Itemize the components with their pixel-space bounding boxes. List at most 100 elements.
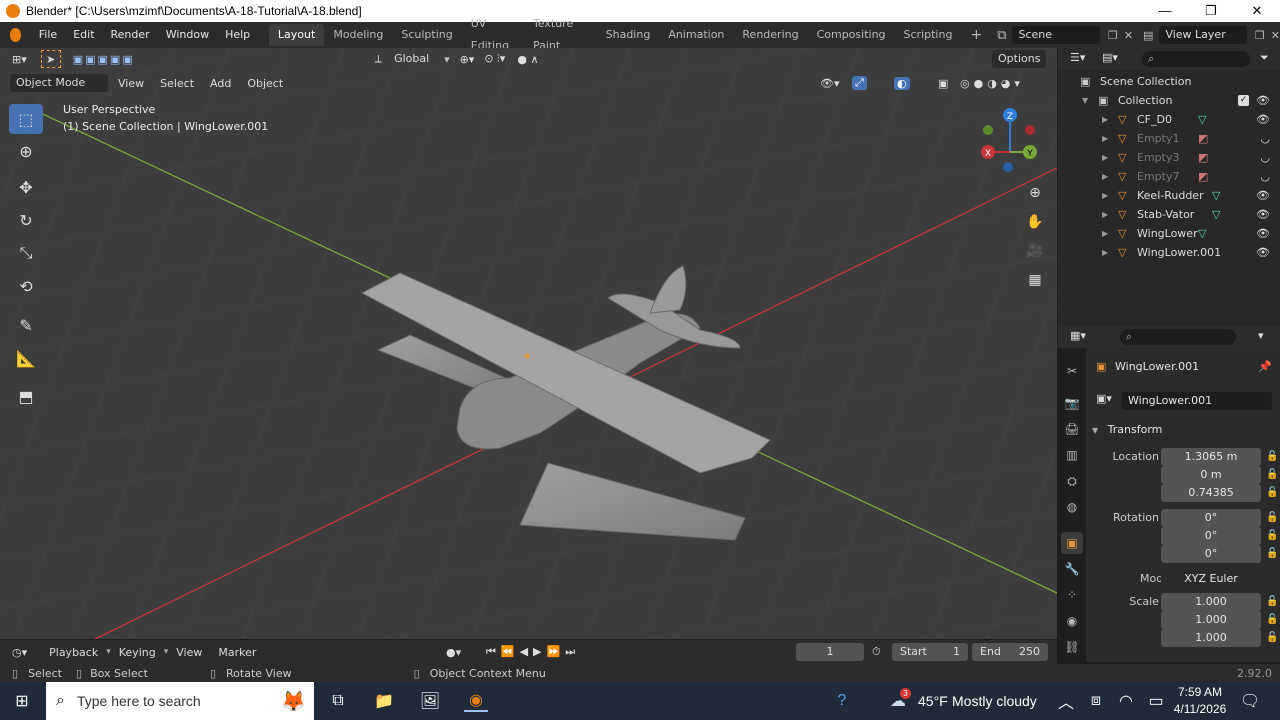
- move-tool-icon[interactable]: ✥: [9, 172, 43, 202]
- 3d-viewport[interactable]: Z X Y ⊞▾ ➤ ▣▣▣▣▣ ⟂ Global ▾ ⊕▾ ⊙ ⫶▾ ● ∧ …: [0, 48, 1057, 639]
- panel-collapse-icon[interactable]: ▼: [1092, 426, 1098, 435]
- lock-icon[interactable]: 🔓: [1266, 527, 1278, 545]
- scale-x-field[interactable]: 1.000: [1161, 593, 1261, 611]
- tool-tab-icon[interactable]: ✂: [1061, 360, 1083, 382]
- annotate-tool-icon[interactable]: ✎: [9, 310, 43, 340]
- add-workspace-button[interactable]: +: [961, 24, 991, 46]
- tab-modeling[interactable]: Modeling: [324, 24, 392, 46]
- camera-view-icon[interactable]: 🎥: [1022, 238, 1048, 264]
- minimize-button[interactable]: —: [1142, 0, 1188, 22]
- menu-view[interactable]: View: [110, 77, 152, 90]
- zoom-icon[interactable]: ⊕: [1022, 180, 1048, 206]
- select-box-tool-icon[interactable]: ⬚: [9, 104, 43, 134]
- constraints-tab-icon[interactable]: ⛓: [1061, 636, 1083, 658]
- expand-icon[interactable]: ▶: [1102, 115, 1108, 124]
- outliner-item[interactable]: ▶ ▽ Empty3 ◩ ◡: [1058, 148, 1280, 167]
- transform-orientation-select[interactable]: Global: [388, 50, 444, 68]
- outliner-collection[interactable]: ▼ ▣ Collection ✓ 👁: [1058, 91, 1280, 110]
- tab-layout[interactable]: Layout: [268, 24, 325, 46]
- filter-icon[interactable]: ⏷: [1260, 51, 1269, 65]
- eye-closed-icon[interactable]: ◡: [1260, 151, 1270, 164]
- particles-tab-icon[interactable]: ⁘: [1061, 584, 1083, 606]
- view-layer-field[interactable]: View Layer: [1159, 26, 1247, 44]
- tab-rendering[interactable]: Rendering: [733, 24, 807, 46]
- lock-icon[interactable]: 🔓: [1266, 593, 1278, 611]
- pan-hand-icon[interactable]: ✋: [1022, 209, 1048, 235]
- collection-checkbox[interactable]: ✓: [1238, 95, 1249, 106]
- editor-type-icon[interactable]: ⊞▾: [12, 53, 27, 66]
- eye-icon[interactable]: 👁: [1256, 246, 1270, 259]
- outliner-search-icon[interactable]: ⌕: [1142, 51, 1250, 67]
- menu-keying[interactable]: Keying: [111, 646, 164, 659]
- rotation-y-field[interactable]: 0°: [1161, 527, 1261, 545]
- world-tab-icon[interactable]: ◍: [1061, 496, 1083, 518]
- properties-editor-icon[interactable]: ▦▾: [1070, 329, 1086, 342]
- orientation-icon[interactable]: ⟂: [375, 52, 382, 66]
- scale-y-field[interactable]: 1.000: [1161, 611, 1261, 629]
- scene-icon[interactable]: ⧉: [997, 28, 1006, 43]
- outliner-scene-collection[interactable]: ▣ Scene Collection: [1058, 72, 1280, 91]
- menu-help[interactable]: Help: [217, 22, 258, 48]
- wifi-icon[interactable]: ◠: [1114, 690, 1138, 712]
- close-button[interactable]: ✕: [1234, 0, 1280, 22]
- outliner-item[interactable]: ▶ ▽ Stab-Vator ▽ 👁: [1058, 205, 1280, 224]
- eye-icon[interactable]: 👁: [1256, 113, 1270, 126]
- eye-icon[interactable]: 👁: [1256, 189, 1270, 202]
- eye-closed-icon[interactable]: ◡: [1260, 132, 1270, 145]
- datablock-name-field[interactable]: WingLower.001: [1122, 392, 1272, 410]
- tray-chevron-icon[interactable]: ︿: [1054, 690, 1078, 712]
- scale-z-field[interactable]: 1.000: [1161, 629, 1261, 647]
- expand-icon[interactable]: ▶: [1102, 134, 1108, 143]
- transform-panel-header[interactable]: ▼ Transform: [1086, 420, 1280, 440]
- eye-icon[interactable]: 👁: [1256, 227, 1270, 240]
- timer-icon[interactable]: ⏱: [872, 645, 881, 659]
- physics-tab-icon[interactable]: ◉: [1061, 610, 1083, 632]
- blender-menu-icon[interactable]: [10, 28, 21, 42]
- rotation-x-field[interactable]: 0°: [1161, 509, 1261, 527]
- end-frame-field[interactable]: End 250: [972, 643, 1048, 661]
- pivot-icon[interactable]: ⊕▾: [460, 53, 475, 66]
- modifier-tab-icon[interactable]: 🔧: [1061, 558, 1083, 580]
- overlay-toggle-icon[interactable]: ◐: [894, 76, 910, 90]
- eye-closed-icon[interactable]: ◡: [1260, 170, 1270, 183]
- lock-icon[interactable]: 🔓: [1266, 545, 1278, 563]
- xray-icon[interactable]: ▣: [938, 77, 948, 90]
- measure-tool-icon[interactable]: 📐: [9, 343, 43, 373]
- selection-mode-icons[interactable]: ▣▣▣▣▣: [73, 53, 135, 66]
- gizmo-toggle-icon[interactable]: ⤢: [852, 76, 867, 90]
- start-frame-field[interactable]: Start 1: [892, 643, 968, 661]
- timeline-editor-icon[interactable]: ◷▾: [12, 646, 27, 659]
- properties-search-icon[interactable]: ⌕: [1120, 329, 1236, 345]
- lock-icon[interactable]: 🔓: [1266, 466, 1278, 484]
- collapse-icon[interactable]: ▼: [1082, 96, 1088, 105]
- lock-icon[interactable]: 🔓: [1266, 484, 1278, 502]
- battery-icon[interactable]: ▭: [1144, 690, 1168, 712]
- menu-window[interactable]: Window: [158, 22, 217, 48]
- menu-object[interactable]: Object: [239, 77, 291, 90]
- playback-controls-icons[interactable]: ⏮⏪◀▶⏩⏭: [486, 645, 580, 659]
- menu-edit[interactable]: Edit: [65, 22, 102, 48]
- outliner-item[interactable]: ▶ ▽ WingLower ▽ 👁: [1058, 224, 1280, 243]
- lock-icon[interactable]: 🔓: [1266, 448, 1278, 466]
- snap-icon[interactable]: ⊙ ⫶▾: [484, 52, 505, 66]
- menu-playback[interactable]: Playback: [41, 646, 106, 659]
- windows-start-icon[interactable]: ⊞: [10, 690, 34, 712]
- transform-tool-icon[interactable]: ⟲: [9, 271, 43, 301]
- add-cube-tool-icon[interactable]: ⬒: [9, 381, 43, 411]
- expand-icon[interactable]: ▶: [1102, 153, 1108, 162]
- object-tab-icon[interactable]: ▣: [1061, 532, 1083, 554]
- temperature[interactable]: 45°F: [918, 693, 948, 709]
- device-icon[interactable]: ⧈: [1084, 690, 1108, 712]
- proportional-edit-icon[interactable]: ● ∧: [517, 53, 538, 66]
- eye-icon[interactable]: 👁: [1256, 94, 1270, 107]
- clock-time[interactable]: 7:59 AM: [1174, 685, 1226, 699]
- taskbar-search-box[interactable]: ⌕ Type here to search 🦊: [46, 682, 314, 720]
- outliner-item[interactable]: ▶ ▽ Empty7 ◩ ◡: [1058, 167, 1280, 186]
- menu-add[interactable]: Add: [202, 77, 239, 90]
- rotate-tool-icon[interactable]: ↻: [9, 205, 43, 235]
- outliner-item[interactable]: ▶ ▽ CF_D0 ▽ 👁: [1058, 110, 1280, 129]
- restore-button[interactable]: ❐: [1188, 0, 1234, 22]
- expand-icon[interactable]: ▶: [1102, 191, 1108, 200]
- scene-tab-icon[interactable]: ⛭: [1061, 470, 1083, 492]
- properties-options-icon[interactable]: ▾: [1258, 329, 1264, 342]
